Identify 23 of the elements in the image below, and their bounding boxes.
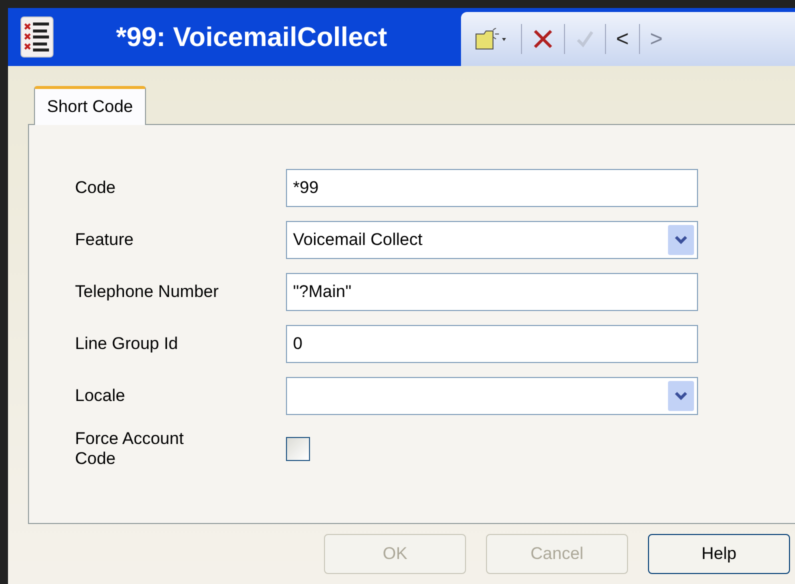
tab[interactable]: Short Code bbox=[34, 86, 146, 125]
input-field[interactable]: 0 bbox=[286, 325, 698, 363]
delete-icon bbox=[532, 28, 554, 50]
nav-button[interactable]: < bbox=[616, 26, 629, 52]
dropdown[interactable] bbox=[286, 377, 698, 415]
field-label: Locale bbox=[75, 386, 126, 406]
field-label: Line Group Id bbox=[75, 334, 180, 354]
list-icon bbox=[20, 16, 54, 58]
input-field[interactable]: "?Main" bbox=[286, 273, 698, 311]
dropdown-value: Voicemail Collect bbox=[293, 230, 422, 250]
field-label: Telephone Number bbox=[75, 282, 220, 302]
checkbox[interactable] bbox=[286, 437, 310, 461]
delete-button[interactable] bbox=[532, 28, 554, 50]
chevron-icon bbox=[668, 225, 694, 255]
field-label: Feature bbox=[75, 230, 135, 250]
dialog-button[interactable]: Help bbox=[648, 534, 790, 574]
field-label: Force Account Code bbox=[75, 429, 185, 469]
dropdown[interactable]: Voicemail Collect bbox=[286, 221, 698, 259]
window-title: *99: VoicemailCollect bbox=[116, 22, 388, 52]
chevron-icon bbox=[668, 381, 694, 411]
input-field[interactable]: *99 bbox=[286, 169, 698, 207]
check-icon bbox=[575, 29, 595, 49]
field-label: Code bbox=[75, 178, 117, 198]
